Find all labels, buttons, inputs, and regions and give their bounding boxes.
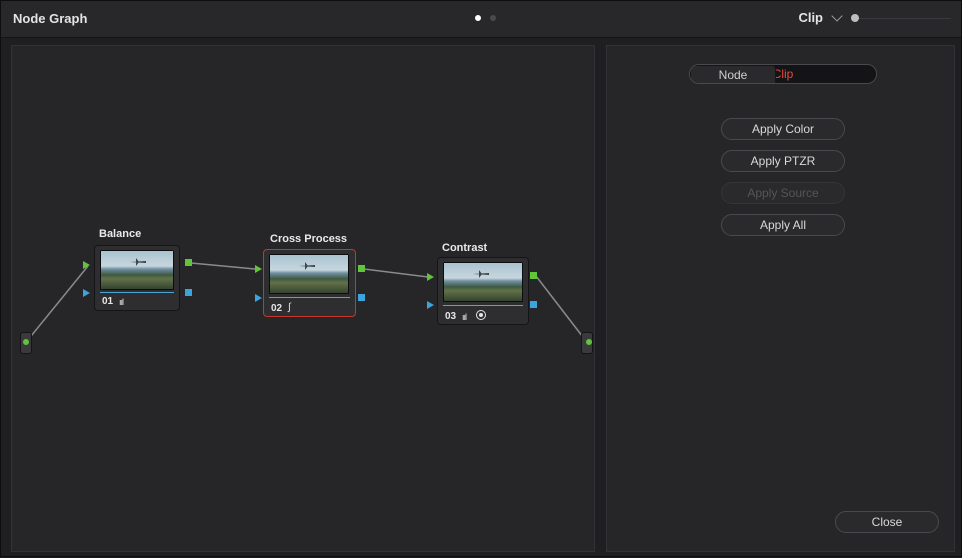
source-input-endpoint[interactable] [20, 332, 32, 354]
close-button[interactable]: Close [835, 511, 939, 533]
apply-source-button[interactable]: Apply Source [721, 182, 845, 204]
curves-icon: ∫ [288, 302, 291, 313]
key-output-port[interactable] [530, 301, 537, 308]
page-dot-inactive[interactable] [490, 15, 496, 21]
page-indicator[interactable] [475, 15, 496, 21]
node-number: 03 [445, 311, 457, 322]
node-thumbnail [269, 254, 349, 294]
window-title: Node Graph [13, 11, 88, 26]
node-clip-toggle: Node Clip [689, 64, 877, 84]
bars-icon: ııl [462, 312, 467, 322]
rgb-output-port[interactable] [185, 259, 192, 266]
key-input-port[interactable] [83, 289, 90, 297]
rgb-input-port[interactable] [255, 265, 262, 273]
node-thumbnail [443, 262, 523, 302]
node-02[interactable]: 02 ∫ [263, 249, 356, 317]
tab-node[interactable]: Node [690, 65, 776, 83]
node-number: 01 [102, 296, 114, 307]
tree-input-port[interactable] [586, 339, 592, 345]
key-output-port[interactable] [185, 289, 192, 296]
source-output-port[interactable] [23, 339, 29, 345]
node-label: Contrast [442, 242, 488, 254]
zoom-slider-track [859, 18, 951, 19]
key-output-port[interactable] [358, 294, 365, 301]
apply-color-button[interactable]: Apply Color [721, 118, 845, 140]
node-01[interactable]: 01 ııl [94, 245, 180, 311]
mode-dropdown-label: Clip [798, 10, 823, 25]
title-bar: Node Graph Clip [1, 1, 961, 38]
node-label: Balance [99, 228, 142, 240]
chevron-down-icon [831, 9, 843, 22]
page-dot-active[interactable] [475, 15, 481, 21]
key-input-port[interactable] [255, 294, 262, 302]
target-icon [476, 310, 486, 320]
node-03[interactable]: 03 ııl [437, 257, 529, 325]
rgb-input-port[interactable] [83, 261, 90, 269]
zoom-slider-handle[interactable] [851, 14, 859, 22]
node-graph-window: Node Graph Clip Balance 01 ııl Cross Pro… [0, 0, 962, 557]
rgb-output-port[interactable] [358, 265, 365, 272]
rgb-input-port[interactable] [427, 273, 434, 281]
mode-dropdown[interactable]: Clip [798, 9, 843, 25]
node-label: Cross Process [270, 233, 348, 245]
tree-output-endpoint[interactable] [581, 332, 593, 354]
rgb-output-port[interactable] [530, 272, 537, 279]
zoom-slider[interactable] [851, 14, 951, 24]
key-input-port[interactable] [427, 301, 434, 309]
bars-icon: ııl [119, 297, 124, 307]
apply-ptzr-button[interactable]: Apply PTZR [721, 150, 845, 172]
apply-all-button[interactable]: Apply All [721, 214, 845, 236]
node-thumbnail [100, 250, 174, 290]
node-number: 02 [271, 303, 283, 314]
